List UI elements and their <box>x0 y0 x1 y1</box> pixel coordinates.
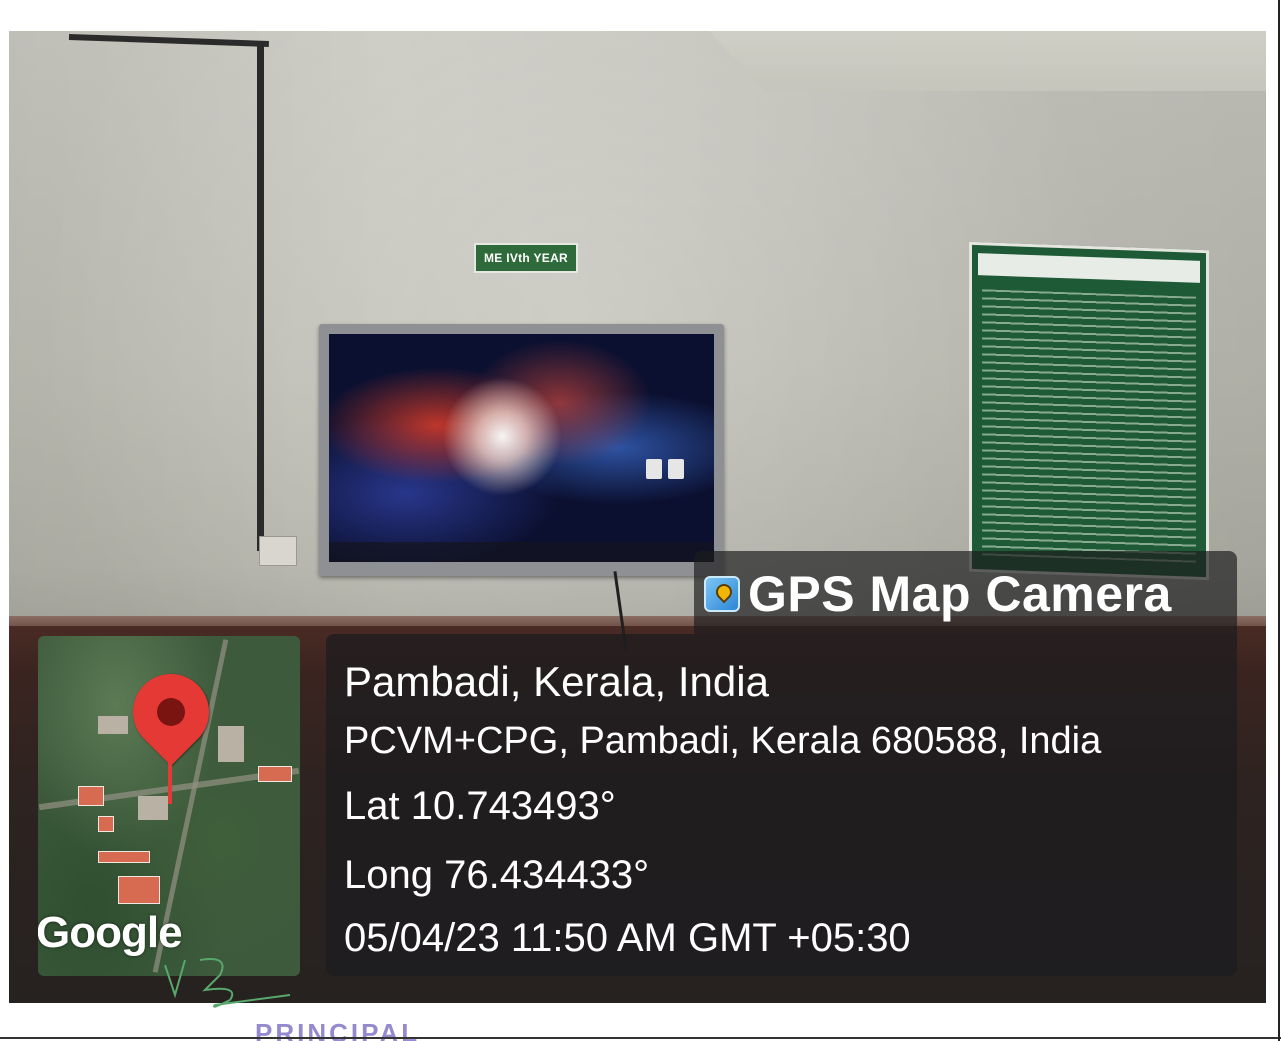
switch-box <box>259 536 297 566</box>
place-name: Pambadi, Kerala, India <box>344 658 769 705</box>
notice-board-header <box>978 253 1200 283</box>
app-icon <box>704 576 740 612</box>
smart-board-icons <box>646 459 684 479</box>
longitude: Long 76.434433° <box>344 853 650 897</box>
latitude: Lat 10.743493° <box>344 784 616 828</box>
class-sign: ME IVth YEAR <box>474 243 578 273</box>
bottom-border <box>0 1037 1281 1039</box>
smart-board-screen <box>329 334 714 562</box>
handwritten-signature <box>164 958 291 1008</box>
right-border <box>1278 0 1280 1041</box>
notice-board-text <box>982 289 1196 563</box>
satellite-map-thumbnail: Google <box>38 636 300 976</box>
class-sign-text: ME IVth YEAR <box>483 251 569 265</box>
app-title-text: GPS Map Camera <box>748 566 1172 622</box>
gps-app-title: GPS Map Camera <box>704 564 1172 624</box>
notice-board <box>969 241 1209 581</box>
smart-board <box>319 324 724 576</box>
ceiling-corner <box>709 31 1266 91</box>
smart-board-taskbar <box>329 542 714 562</box>
map-pin-tail <box>168 756 172 804</box>
address: PCVM+CPG, Pambadi, Kerala 680588, India <box>344 720 1102 762</box>
wall-conduit-vertical <box>257 41 264 551</box>
map-pin-icon <box>117 658 225 766</box>
datetime: 05/04/23 11:50 AM GMT +05:30 <box>344 916 911 960</box>
